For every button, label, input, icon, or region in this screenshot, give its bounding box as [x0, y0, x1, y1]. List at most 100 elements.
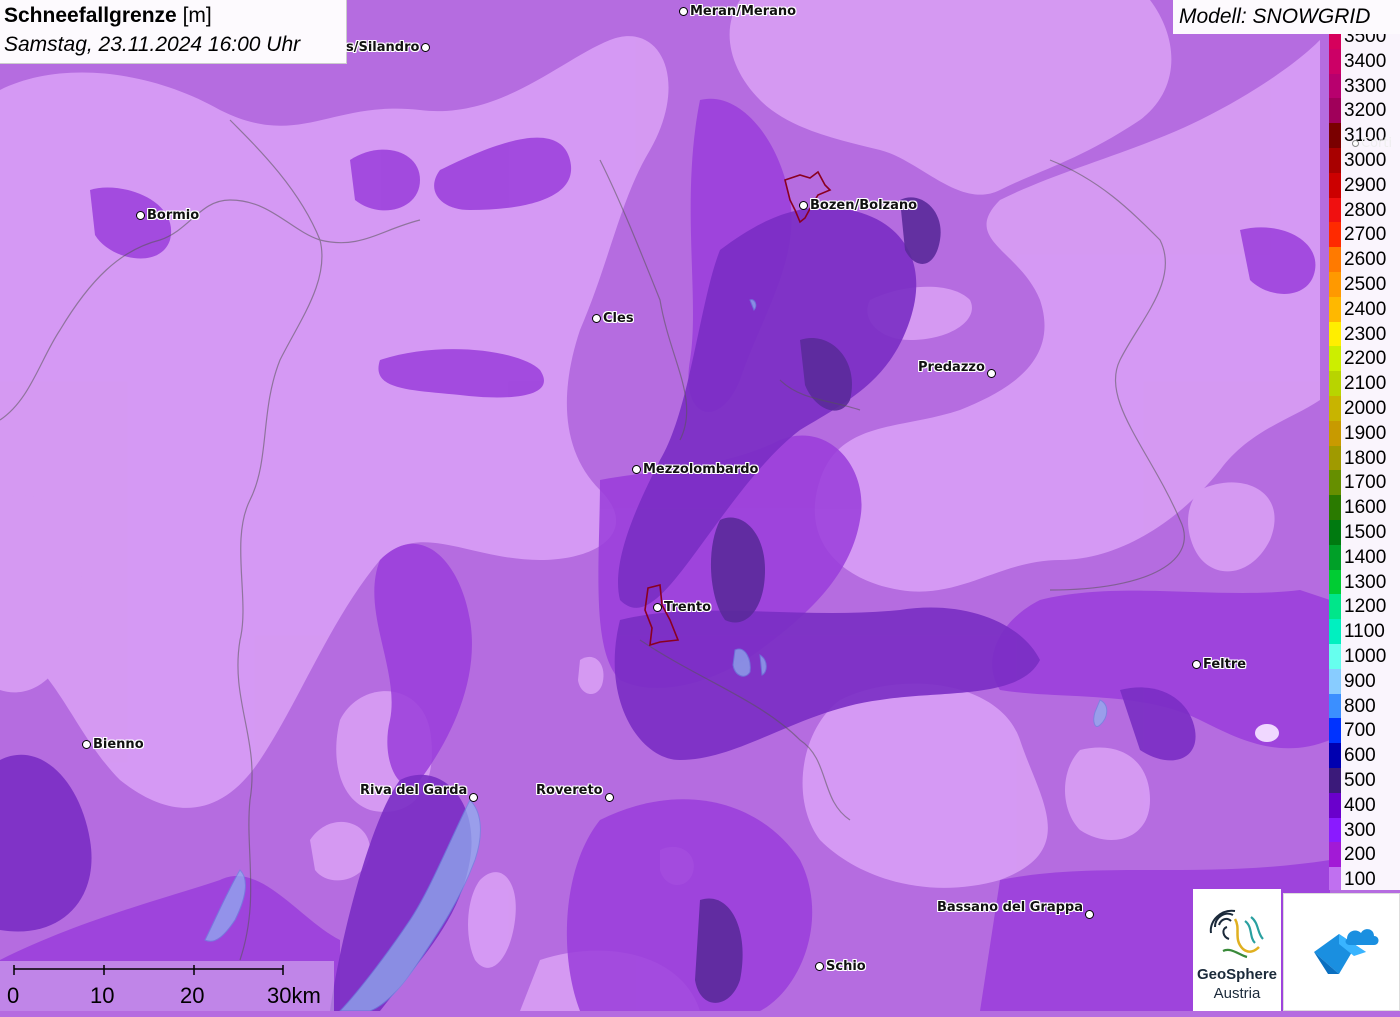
legend-row: 2400 — [1329, 296, 1400, 322]
legend-label: 400 — [1344, 794, 1376, 816]
map-datetime: Samstag, 23.11.2024 16:00 Uhr — [4, 33, 301, 56]
legend-swatch — [1329, 296, 1341, 322]
legend-row: 600 — [1329, 743, 1400, 768]
legend-swatch — [1329, 346, 1341, 372]
legend-label: 1900 — [1344, 422, 1387, 444]
legend-label: 3200 — [1344, 100, 1387, 122]
city-cortina[interactable]: Corti — [1352, 136, 1392, 151]
legend-swatch — [1329, 668, 1341, 694]
city-trento[interactable]: Trento — [653, 600, 711, 615]
legend-swatch — [1329, 247, 1341, 272]
legend-label: 3400 — [1344, 50, 1387, 72]
legend-row: 500 — [1329, 768, 1400, 793]
legend-row: 3200 — [1329, 98, 1400, 124]
legend-label: 1100 — [1344, 621, 1385, 643]
legend-label: 2500 — [1344, 274, 1387, 295]
city-marker-icon — [469, 793, 479, 802]
legend-label: 2700 — [1344, 224, 1387, 246]
city-meran[interactable]: Meran/Merano — [679, 4, 796, 19]
city-cles[interactable]: Cles — [592, 311, 634, 326]
legend-label: 3000 — [1344, 150, 1387, 171]
city-bienno[interactable]: Bienno — [82, 737, 144, 752]
legend-label: 500 — [1344, 770, 1376, 791]
legend-row: 1700 — [1329, 470, 1400, 496]
legend-row: 1000 — [1329, 644, 1400, 669]
legend-row: 2600 — [1329, 247, 1400, 272]
legend-swatch — [1329, 867, 1341, 890]
city-schio[interactable]: Schio — [815, 959, 866, 974]
legend-row: 1900 — [1329, 420, 1400, 446]
legend-swatch — [1329, 792, 1341, 818]
legend-swatch — [1329, 172, 1341, 198]
legend-swatch — [1329, 768, 1341, 793]
city-marker-icon — [632, 465, 641, 474]
model-label-box: Modell: SNOWGRID — [1173, 0, 1400, 34]
geosphere-name: GeoSphere — [1196, 966, 1278, 983]
weather-app-logo[interactable] — [1283, 893, 1400, 1011]
city-silandro[interactable]: s/Silandro — [346, 40, 431, 55]
city-bassano[interactable]: Bassano del Grappa — [937, 896, 1094, 919]
city-bozen[interactable]: Bozen/Bolzano — [799, 198, 917, 213]
legend-row: 3400 — [1329, 48, 1400, 74]
legend-row: 1100 — [1329, 619, 1400, 644]
geosphere-logo[interactable]: GeoSphere Austria — [1193, 889, 1281, 1011]
city-marker-icon — [815, 962, 824, 971]
legend-label: 2200 — [1344, 348, 1387, 370]
scale-label-0: 0 — [7, 983, 20, 1008]
city-mezzolombardo[interactable]: Mezzolombardo — [632, 462, 758, 477]
legend-row: 2200 — [1329, 346, 1400, 372]
legend-row: 3500 — [1329, 34, 1400, 49]
city-marker-icon — [986, 369, 996, 378]
city-riva-del-garda[interactable]: Riva del Garda — [360, 779, 479, 802]
city-marker-icon — [799, 201, 808, 210]
legend-label: 1400 — [1344, 546, 1387, 568]
city-rovereto[interactable]: Rovereto — [536, 779, 614, 802]
legend-row: 2500 — [1329, 272, 1400, 297]
legend-swatch — [1329, 371, 1341, 396]
city-marker-icon — [1192, 660, 1201, 669]
legend-label: 1500 — [1344, 522, 1387, 543]
city-feltre[interactable]: Feltre — [1192, 657, 1246, 672]
legend-swatch — [1329, 544, 1341, 570]
legend-row: 200 — [1329, 842, 1400, 868]
legend-row: 1600 — [1329, 495, 1400, 520]
city-marker-icon — [604, 793, 614, 802]
legend-label: 3500 — [1344, 34, 1387, 47]
city-marker-icon — [136, 211, 145, 220]
legend-swatch — [1329, 222, 1341, 248]
legend-swatch — [1329, 693, 1341, 719]
legend-label: 1800 — [1344, 447, 1387, 469]
legend-swatch — [1329, 445, 1341, 471]
city-marker-icon — [82, 740, 91, 749]
city-predazzo[interactable]: Predazzo — [918, 357, 996, 378]
model-label: Modell: SNOWGRID — [1179, 5, 1371, 28]
legend-label: 800 — [1344, 695, 1376, 717]
city-marker-icon — [653, 603, 662, 612]
legend-label: 2900 — [1344, 174, 1387, 196]
geosphere-emblem-icon — [1209, 909, 1264, 959]
city-bormio[interactable]: Bormio — [136, 208, 199, 223]
legend-label: 1700 — [1344, 472, 1387, 494]
map-title-box: Schneefallgrenze [m] Samstag, 23.11.2024… — [0, 0, 347, 64]
legend-swatch — [1329, 817, 1341, 843]
legend-label: 1200 — [1344, 596, 1387, 618]
scale-bar: 0 10 20 30km — [0, 961, 334, 1011]
scale-label-10: 10 — [90, 983, 115, 1008]
legend-row: 1800 — [1329, 445, 1400, 471]
legend-row: 2900 — [1329, 172, 1400, 198]
legend-swatch — [1329, 321, 1341, 347]
legend-row: 700 — [1329, 718, 1400, 744]
city-marker-icon — [679, 7, 688, 16]
legend-swatch — [1329, 743, 1341, 768]
snowfall-line-map[interactable] — [0, 0, 1400, 1011]
legend-row: 1500 — [1329, 520, 1400, 545]
legend-swatch — [1329, 644, 1341, 669]
legend-swatch — [1329, 197, 1341, 223]
legend-label: 300 — [1344, 819, 1376, 841]
legend-row: 2700 — [1329, 222, 1400, 248]
legend-row: 800 — [1329, 693, 1400, 719]
legend-row: 100 — [1329, 867, 1400, 890]
city-marker-icon — [1084, 910, 1094, 919]
legend-label: 900 — [1344, 670, 1376, 692]
legend-label: 2000 — [1344, 398, 1387, 419]
